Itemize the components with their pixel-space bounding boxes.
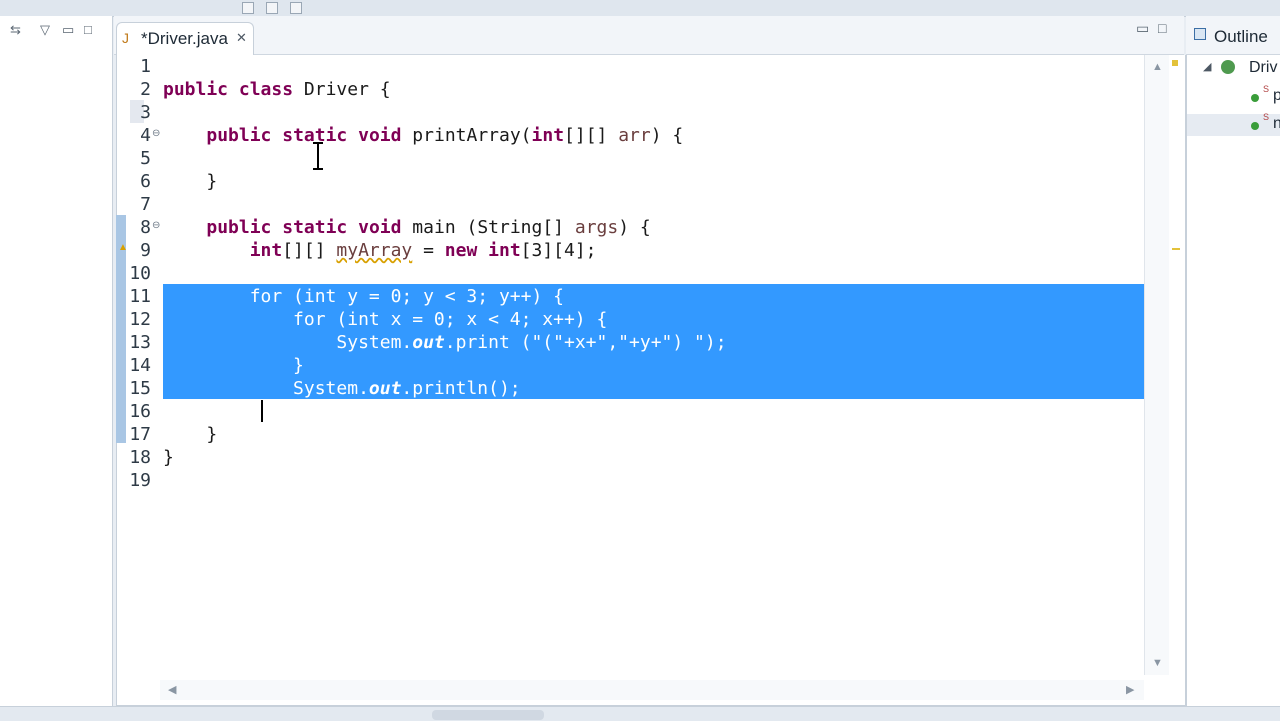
code-line[interactable]: 16 } — [116, 400, 1144, 423]
outline-item-label: Driv — [1249, 59, 1278, 76]
minimize-icon[interactable]: ▭ — [1136, 20, 1149, 37]
line-text: for (int x = 0; x < 4; x++) { — [163, 309, 608, 330]
scroll-left-icon[interactable]: ◀ — [168, 683, 176, 696]
method-icon — [1251, 94, 1259, 102]
line-number: 2 — [140, 79, 151, 100]
outline-icon — [1194, 28, 1206, 40]
toolbar-button[interactable] — [242, 2, 254, 14]
code-line[interactable]: 1 — [116, 55, 1144, 78]
code-line[interactable]: 5 — [116, 147, 1144, 170]
outline-item-label: p — [1273, 87, 1280, 104]
line-number: 14 — [129, 355, 151, 376]
warning-icon[interactable]: ▲ — [118, 242, 128, 253]
line-text: } — [163, 424, 218, 445]
code-line[interactable]: 9 int[][] myArray = new int[3][4]; — [116, 239, 1144, 262]
line-text: System.out.println(); — [163, 378, 521, 399]
line-number: 13 — [129, 332, 151, 353]
line-text: } — [163, 355, 304, 376]
line-text: System.out.print ("("+x+","+y+") "); — [163, 332, 727, 353]
java-file-icon: J — [122, 30, 129, 46]
horizontal-scrollbar[interactable]: ◀ ▶ — [160, 680, 1144, 700]
line-text: public static void main (String[] args) … — [206, 217, 651, 238]
line-text: for (int y = 0; y < 3; y++) { — [163, 286, 564, 307]
overview-ruler-mark[interactable] — [1172, 248, 1180, 250]
tab-label: *Driver.java — [141, 29, 228, 48]
main-toolbar — [0, 0, 1280, 17]
scroll-down-icon[interactable]: ▼ — [1152, 657, 1163, 669]
code-line[interactable]: 8 public static void main (String[] args… — [116, 216, 1144, 239]
line-number: 6 — [140, 171, 151, 192]
line-number: 19 — [129, 470, 151, 491]
line-number: 4 — [140, 125, 151, 146]
code-line[interactable]: 14 } — [116, 354, 1144, 377]
line-number: 11 — [129, 286, 151, 307]
link-with-editor-icon[interactable]: ⇆ — [10, 22, 21, 38]
code-line[interactable]: 12 for (int x = 0; x < 4; x++) { — [116, 308, 1144, 331]
line-number: 18 — [129, 447, 151, 468]
code-line[interactable]: 6 } — [116, 170, 1144, 193]
line-number: 16 — [129, 401, 151, 422]
outline-view: ◢ Driv S p S n — [1186, 16, 1280, 706]
line-text: public static void printArray(int[][] ar… — [206, 125, 684, 146]
text-cursor-icon — [313, 142, 323, 170]
code-line[interactable]: 11 for (int y = 0; y < 3; y++) { — [116, 285, 1144, 308]
code-line[interactable]: 2 public class Driver { — [116, 78, 1144, 101]
line-number: 7 — [140, 194, 151, 215]
fold-collapse-icon[interactable]: ⊖ — [152, 220, 160, 231]
outline-item-method[interactable]: S p — [1187, 84, 1280, 108]
minimize-icon[interactable]: ▭ — [62, 22, 74, 38]
code-line[interactable]: 7 — [116, 193, 1144, 216]
line-number: 1 — [140, 56, 151, 77]
code-line[interactable]: 18 } — [116, 446, 1144, 469]
maximize-icon[interactable]: □ — [84, 22, 92, 37]
overview-ruler-warning[interactable] — [1172, 60, 1178, 66]
text-caret — [261, 400, 263, 422]
maximize-icon[interactable]: □ — [1158, 20, 1166, 36]
code-line[interactable]: 19 — [116, 469, 1144, 492]
line-number: 3 — [140, 102, 151, 123]
scroll-up-icon[interactable]: ▲ — [1152, 61, 1163, 73]
line-number: 10 — [129, 263, 151, 284]
toolbar-button[interactable] — [266, 2, 278, 14]
outline-title: Outline — [1214, 27, 1268, 46]
editor-tab-bar: ▭ □ — [114, 16, 1184, 55]
line-text: } — [163, 171, 218, 192]
outline-item-method[interactable]: S n — [1187, 112, 1280, 136]
code-line[interactable]: 17 } — [116, 423, 1144, 446]
line-number: 12 — [129, 309, 151, 330]
line-text: } — [163, 401, 261, 422]
editor-tab-driver-java[interactable]: J *Driver.java ✕ — [116, 22, 254, 55]
expand-icon[interactable]: ◢ — [1203, 60, 1211, 73]
outline-item-label: n — [1273, 115, 1280, 132]
line-number: 15 — [129, 378, 151, 399]
vertical-scrollbar[interactable]: ▲ ▼ — [1144, 55, 1169, 675]
method-icon — [1251, 122, 1259, 130]
code-line[interactable]: 10 — [116, 262, 1144, 285]
view-menu-icon[interactable]: ▽ — [40, 22, 50, 38]
toolbar-button[interactable] — [290, 2, 302, 14]
code-lines[interactable]: 1 2 public class Driver { 3 4 public sta… — [116, 55, 1144, 675]
line-text: public class Driver { — [163, 79, 391, 100]
status-bar — [0, 706, 1280, 721]
close-icon[interactable]: ✕ — [236, 30, 247, 46]
line-text: int[][] myArray = new int[3][4]; — [249, 240, 597, 261]
scroll-right-icon[interactable]: ▶ — [1126, 683, 1134, 696]
outline-tab[interactable]: Outline — [1186, 16, 1280, 55]
code-line[interactable]: 15 System.out.println(); — [116, 377, 1144, 400]
code-line[interactable]: 4 public static void printArray(int[][] … — [116, 124, 1144, 147]
class-icon — [1221, 60, 1235, 74]
line-number: 17 — [129, 424, 151, 445]
code-line[interactable]: 3 — [116, 101, 1144, 124]
panel-resize-handle[interactable] — [432, 710, 544, 720]
outline-item-class[interactable]: ◢ Driv — [1187, 58, 1280, 80]
line-text: } — [163, 447, 174, 468]
fold-collapse-icon[interactable]: ⊖ — [152, 128, 160, 139]
code-line[interactable]: 13 System.out.print ("("+x+","+y+") "); — [116, 331, 1144, 354]
left-view-panel: ⇆ ▽ ▭ □ — [0, 16, 113, 720]
line-number: 5 — [140, 148, 151, 169]
line-number: 8 — [140, 217, 151, 238]
